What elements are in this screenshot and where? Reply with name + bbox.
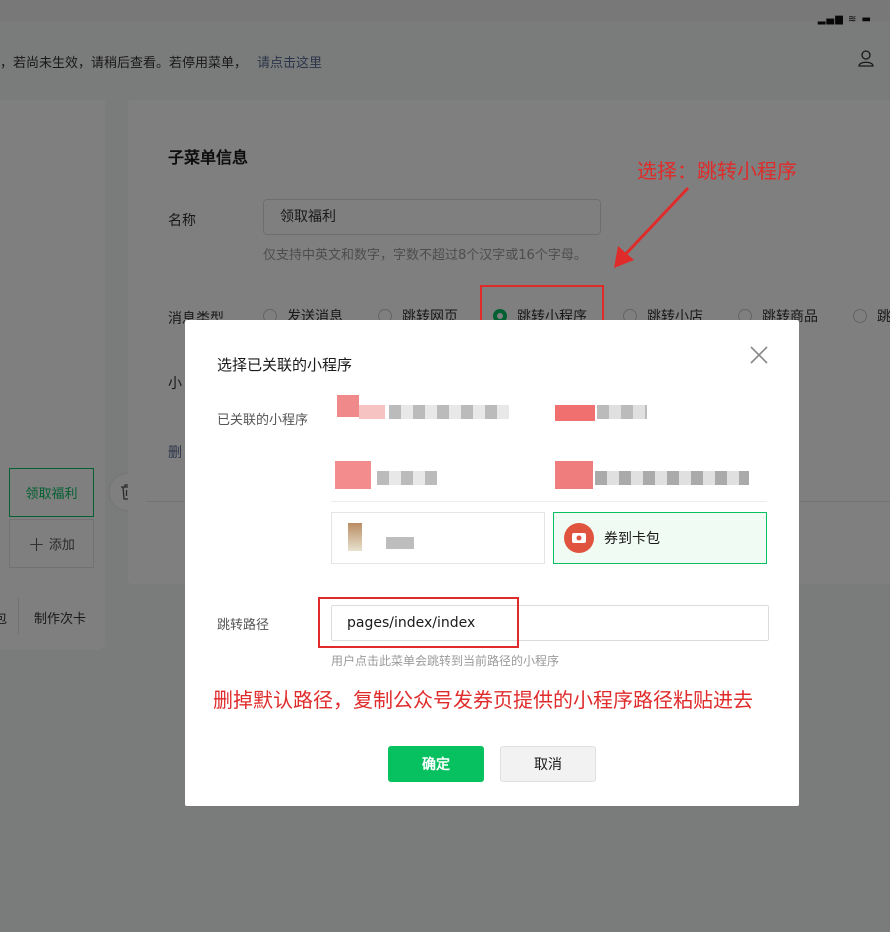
divider [331,501,767,502]
blurred-logo [359,405,385,419]
blurred-logo [555,461,593,489]
annotation-highlight-box [318,597,519,648]
blurred-name [389,405,509,419]
blurred-logo [335,461,371,489]
blurred-logo [337,395,359,417]
cancel-button[interactable]: 取消 [500,746,596,782]
path-label: 跳转路径 [217,618,270,633]
miniprogram-card[interactable] [331,449,545,501]
dialog-title: 选择已关联的小程序 [217,356,353,374]
linked-miniprogram-label: 已关联的小程序 [217,413,309,428]
miniprogram-card[interactable] [331,383,545,435]
close-icon[interactable] [748,344,770,366]
blurred-logo [348,523,362,551]
path-hint: 用户点击此菜单会跳转到当前路径的小程序 [331,654,560,668]
miniprogram-card[interactable] [331,512,545,564]
blurred-name [595,471,749,485]
miniprogram-card[interactable] [553,449,767,501]
blurred-name [386,537,414,549]
confirm-button[interactable]: 确定 [388,746,484,782]
blurred-name [377,471,437,485]
miniprogram-name: 券到卡包 [604,531,660,547]
blurred-logo [555,405,595,421]
blurred-name [597,405,647,419]
coupon-icon [564,523,594,553]
annotation-bottom: 删掉默认路径，复制公众号发券页提供的小程序路径粘贴进去 [213,688,753,712]
miniprogram-list: 券到卡包 [331,383,767,564]
miniprogram-card[interactable] [553,383,767,435]
miniprogram-card-selected[interactable]: 券到卡包 [553,512,767,564]
annotation-arrow-icon [614,186,690,268]
